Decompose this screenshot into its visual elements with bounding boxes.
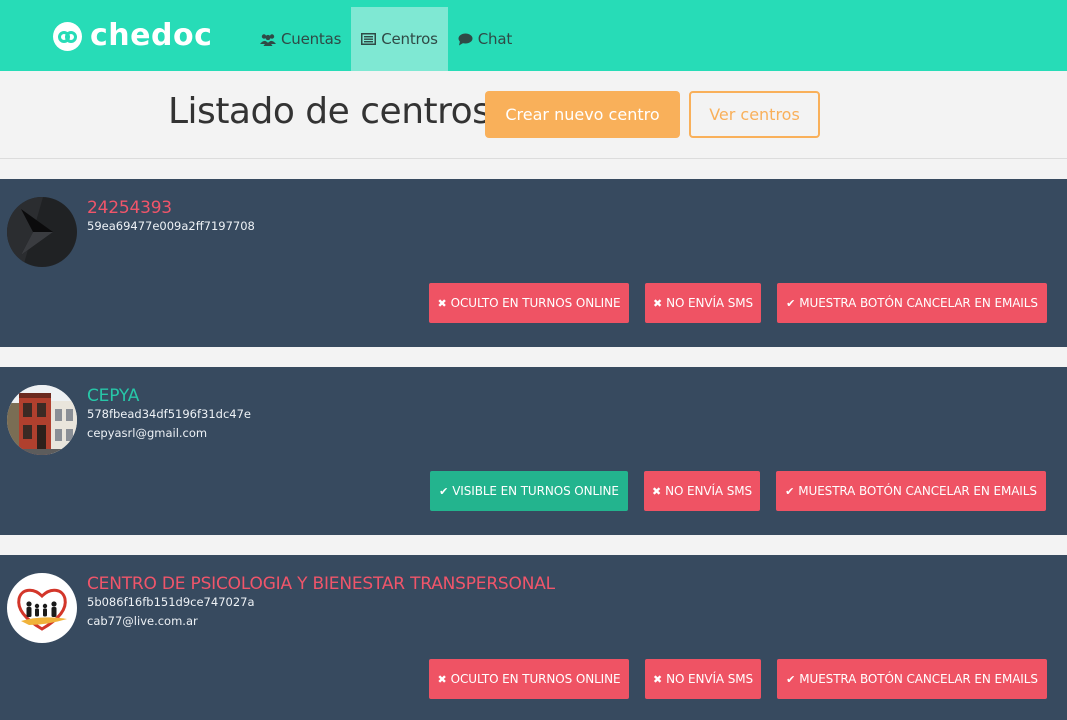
cancel-button-email-toggle[interactable]: ✔ MUESTRA BOTÓN CANCELAR EN EMAILS <box>777 283 1047 323</box>
nav-label-centros: Centros <box>381 30 438 48</box>
times-icon: ✖ <box>437 296 447 310</box>
center-email: cepyasrl@gmail.com <box>87 426 208 440</box>
center-card: CEPYA 578fbead34df5196f31dc47e cepyasrl@… <box>0 367 1067 535</box>
online-visibility-toggle[interactable]: ✖ OCULTO EN TURNOS ONLINE <box>429 659 629 699</box>
times-icon: ✖ <box>437 672 447 686</box>
header-divider <box>0 158 1067 159</box>
nav-label-cuentas: Cuentas <box>281 30 342 48</box>
brand-logo[interactable]: chedoc <box>53 20 212 52</box>
flag-label: NO ENVÍA SMS <box>665 484 753 498</box>
dark-arrow-logo-icon <box>7 197 77 267</box>
center-id: 578fbead34df5196f31dc47e <box>87 407 251 421</box>
cancel-button-email-toggle[interactable]: ✔ MUESTRA BOTÓN CANCELAR EN EMAILS <box>777 659 1047 699</box>
check-icon: ✔ <box>786 296 796 310</box>
building-photo-icon <box>7 385 77 455</box>
center-email: cab77@live.com.ar <box>87 614 198 628</box>
check-icon: ✔ <box>439 484 449 498</box>
center-id: 5b086f16fb151d9ce747027a <box>87 595 255 609</box>
flag-label: NO ENVÍA SMS <box>666 296 754 310</box>
center-avatar[interactable] <box>7 573 77 643</box>
flag-label: MUESTRA BOTÓN CANCELAR EN EMAILS <box>798 484 1037 498</box>
online-visibility-toggle[interactable]: ✔ VISIBLE EN TURNOS ONLINE <box>430 471 628 511</box>
center-avatar[interactable] <box>7 197 77 267</box>
check-icon: ✔ <box>785 484 795 498</box>
times-icon: ✖ <box>652 296 663 310</box>
view-centers-button[interactable]: Ver centros <box>689 91 820 138</box>
check-icon: ✔ <box>786 672 796 686</box>
create-center-button[interactable]: Crear nuevo centro <box>485 91 680 138</box>
sms-toggle[interactable]: ✖ NO ENVÍA SMS <box>644 471 760 511</box>
sms-toggle[interactable]: ✖ NO ENVÍA SMS <box>645 283 761 323</box>
brand-name: chedoc <box>90 18 213 53</box>
flag-label: VISIBLE EN TURNOS ONLINE <box>452 484 619 498</box>
nav-item-centros[interactable]: Centros <box>351 7 448 71</box>
main-nav: Cuentas Centros Chat <box>250 7 522 71</box>
chedoc-logo-icon <box>53 21 82 51</box>
page-title: Listado de centros <box>168 91 491 132</box>
times-icon: ✖ <box>652 672 663 686</box>
flag-label: NO ENVÍA SMS <box>666 672 754 686</box>
center-id: 59ea69477e009a2ff7197708 <box>87 219 255 233</box>
center-card: CENTRO DE PSICOLOGIA Y BIENESTAR TRANSPE… <box>0 555 1067 720</box>
nav-item-chat[interactable]: Chat <box>448 7 522 71</box>
times-icon: ✖ <box>651 484 662 498</box>
top-navbar: chedoc Cuentas Centros Chat <box>0 0 1067 71</box>
family-heart-logo-icon <box>7 573 77 643</box>
online-visibility-toggle[interactable]: ✖ OCULTO EN TURNOS ONLINE <box>429 283 629 323</box>
center-name[interactable]: CEPYA <box>87 386 139 406</box>
center-name[interactable]: CENTRO DE PSICOLOGIA Y BIENESTAR TRANSPE… <box>87 574 555 594</box>
sms-toggle[interactable]: ✖ NO ENVÍA SMS <box>645 659 761 699</box>
flag-label: MUESTRA BOTÓN CANCELAR EN EMAILS <box>799 672 1038 686</box>
nav-label-chat: Chat <box>477 30 513 48</box>
center-avatar[interactable] <box>7 385 77 455</box>
flag-label: MUESTRA BOTÓN CANCELAR EN EMAILS <box>799 296 1038 310</box>
comment-icon <box>458 33 473 45</box>
cancel-button-email-toggle[interactable]: ✔ MUESTRA BOTÓN CANCELAR EN EMAILS <box>776 471 1046 511</box>
flag-label: OCULTO EN TURNOS ONLINE <box>450 672 621 686</box>
list-icon <box>361 33 377 45</box>
center-card: 24254393 59ea69477e009a2ff7197708 ✖ OCUL… <box>0 179 1067 347</box>
center-name[interactable]: 24254393 <box>87 198 172 218</box>
flag-label: OCULTO EN TURNOS ONLINE <box>450 296 621 310</box>
users-icon <box>260 33 276 46</box>
nav-item-cuentas[interactable]: Cuentas <box>250 7 351 71</box>
